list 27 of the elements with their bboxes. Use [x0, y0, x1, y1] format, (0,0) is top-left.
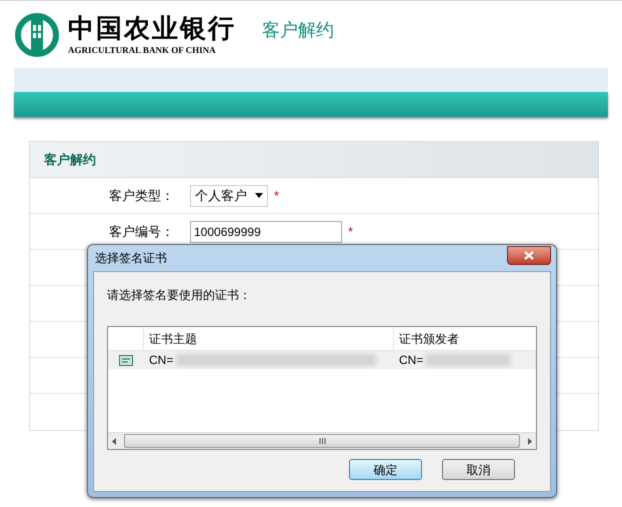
bank-logo-icon	[14, 12, 60, 58]
panel-title: 客户解约	[44, 150, 96, 169]
column-header[interactable]: 证书主题	[144, 327, 394, 350]
field-label: 客户类型：	[108, 186, 175, 205]
required-mark: *	[348, 222, 354, 241]
dialog-button[interactable]: 取消	[442, 459, 515, 480]
dropdown-caret-icon	[255, 193, 263, 198]
bank-name: 中国农业银行	[68, 14, 236, 44]
horizontal-scrollbar[interactable]	[108, 432, 536, 449]
subject-cell-text: CN=	[149, 352, 174, 369]
certificate-row[interactable]: CN= CN=	[108, 351, 536, 369]
scrollbar-thumb[interactable]	[124, 434, 520, 448]
customer-number-field[interactable]: 1000699999	[190, 220, 342, 242]
close-button[interactable]	[507, 246, 551, 264]
dialog-title: 选择签名证书	[94, 250, 167, 267]
dialog-prompt: 请选择签名要使用的证书：	[107, 287, 252, 304]
dialog-button[interactable]: 确定	[349, 459, 422, 480]
certificate-icon	[119, 354, 133, 366]
customer-type-select[interactable]: 个人客户	[190, 184, 268, 206]
close-icon	[524, 250, 534, 260]
issuer-cell-text: CN=	[399, 352, 424, 369]
required-mark: *	[274, 186, 280, 205]
page-title: 客户解约	[262, 19, 334, 42]
field-label: 客户编号：	[108, 222, 175, 241]
bank-name-english: AGRICULTURAL BANK OF CHINA	[68, 44, 217, 56]
column-header[interactable]: 证书颁发者	[394, 327, 536, 350]
grip-icon	[318, 438, 326, 444]
